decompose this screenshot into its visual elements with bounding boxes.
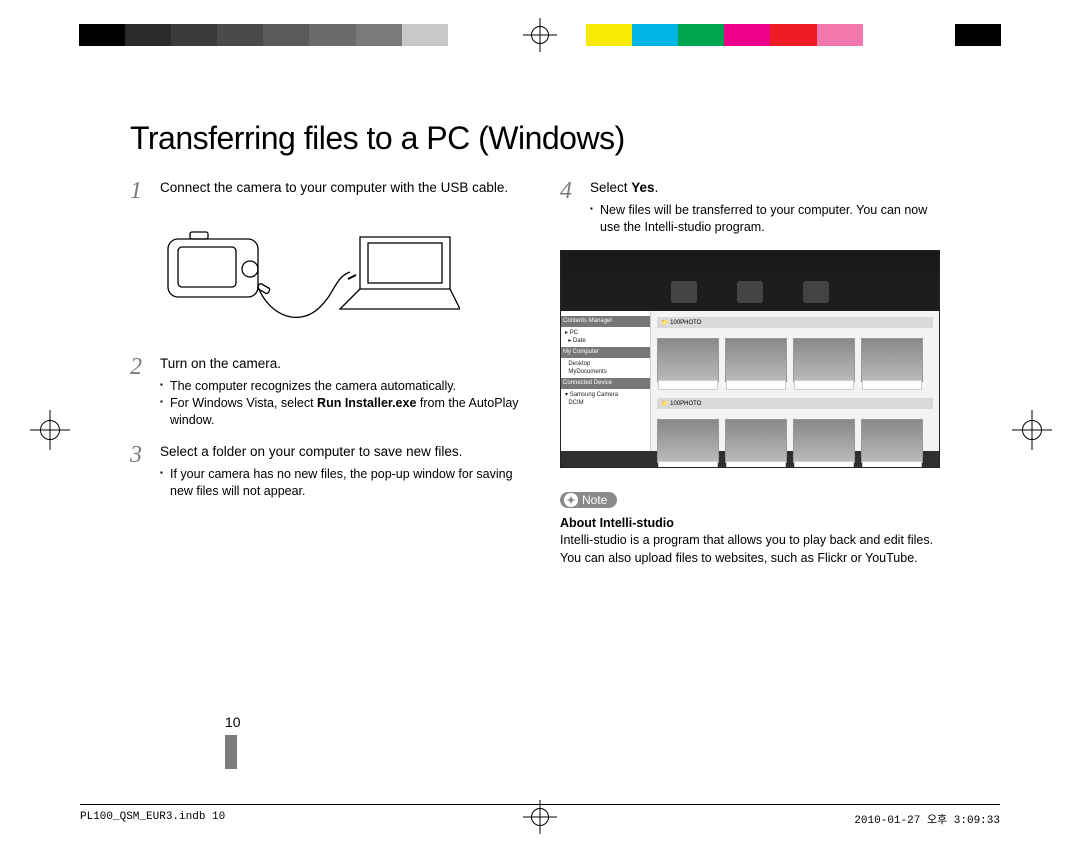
step-text: Connect the camera to your computer with… — [160, 179, 508, 203]
camera-laptop-illustration — [160, 217, 460, 337]
step-3: 3 Select a folder on your computer to sa… — [130, 443, 520, 500]
crop-mark-right — [1012, 410, 1052, 450]
page-number-bar — [225, 735, 237, 769]
step-bullet: The computer recognizes the camera autom… — [160, 378, 520, 395]
note-heading: About Intelli-studio — [560, 516, 674, 530]
step-number: 2 — [130, 355, 148, 429]
step-bullet: If your camera has no new files, the pop… — [160, 466, 520, 501]
crop-mark-left — [30, 410, 70, 450]
step-text: Turn on the camera. — [160, 356, 281, 371]
footer-left: PL100_QSM_EUR3.indb 10 — [80, 811, 225, 827]
step-4: 4 Select Yes. New files will be transfer… — [560, 179, 950, 236]
intelli-studio-screenshot: Contents Manager ▸ PC ▸ Date My Computer… — [560, 250, 940, 468]
step-number: 1 — [130, 179, 148, 203]
footer-right: 2010-01-27 오후 3:09:33 — [854, 811, 1000, 827]
right-column: 4 Select Yes. New files will be transfer… — [560, 179, 950, 567]
page-content: Transferring files to a PC (Windows) 1 C… — [130, 120, 950, 730]
print-color-bar — [79, 24, 1001, 46]
step-text: Select a folder on your computer to save… — [160, 444, 462, 459]
print-footer: PL100_QSM_EUR3.indb 10 2010-01-27 오후 3:0… — [80, 804, 1000, 827]
step-bullet: For Windows Vista, select Run Installer.… — [160, 395, 520, 430]
step-text: Select Yes. — [590, 180, 658, 195]
step-number: 4 — [560, 179, 578, 236]
step-bullet: New files will be transferred to your co… — [590, 202, 950, 237]
step-2: 2 Turn on the camera. The computer recog… — [130, 355, 520, 429]
screenshot-sidebar: Contents Manager ▸ PC ▸ Date My Computer… — [561, 311, 651, 451]
page-number: 10 — [225, 714, 241, 730]
step-1: 1 Connect the camera to your computer wi… — [130, 179, 520, 203]
note-body: Intelli-studio is a program that allows … — [560, 533, 933, 565]
step-number: 3 — [130, 443, 148, 500]
note-block: About Intelli-studio Intelli-studio is a… — [560, 515, 950, 568]
left-column: 1 Connect the camera to your computer wi… — [130, 179, 520, 567]
plus-icon: ✦ — [564, 493, 578, 507]
note-badge: ✦ Note — [560, 492, 617, 508]
page-title: Transferring files to a PC (Windows) — [130, 120, 950, 157]
